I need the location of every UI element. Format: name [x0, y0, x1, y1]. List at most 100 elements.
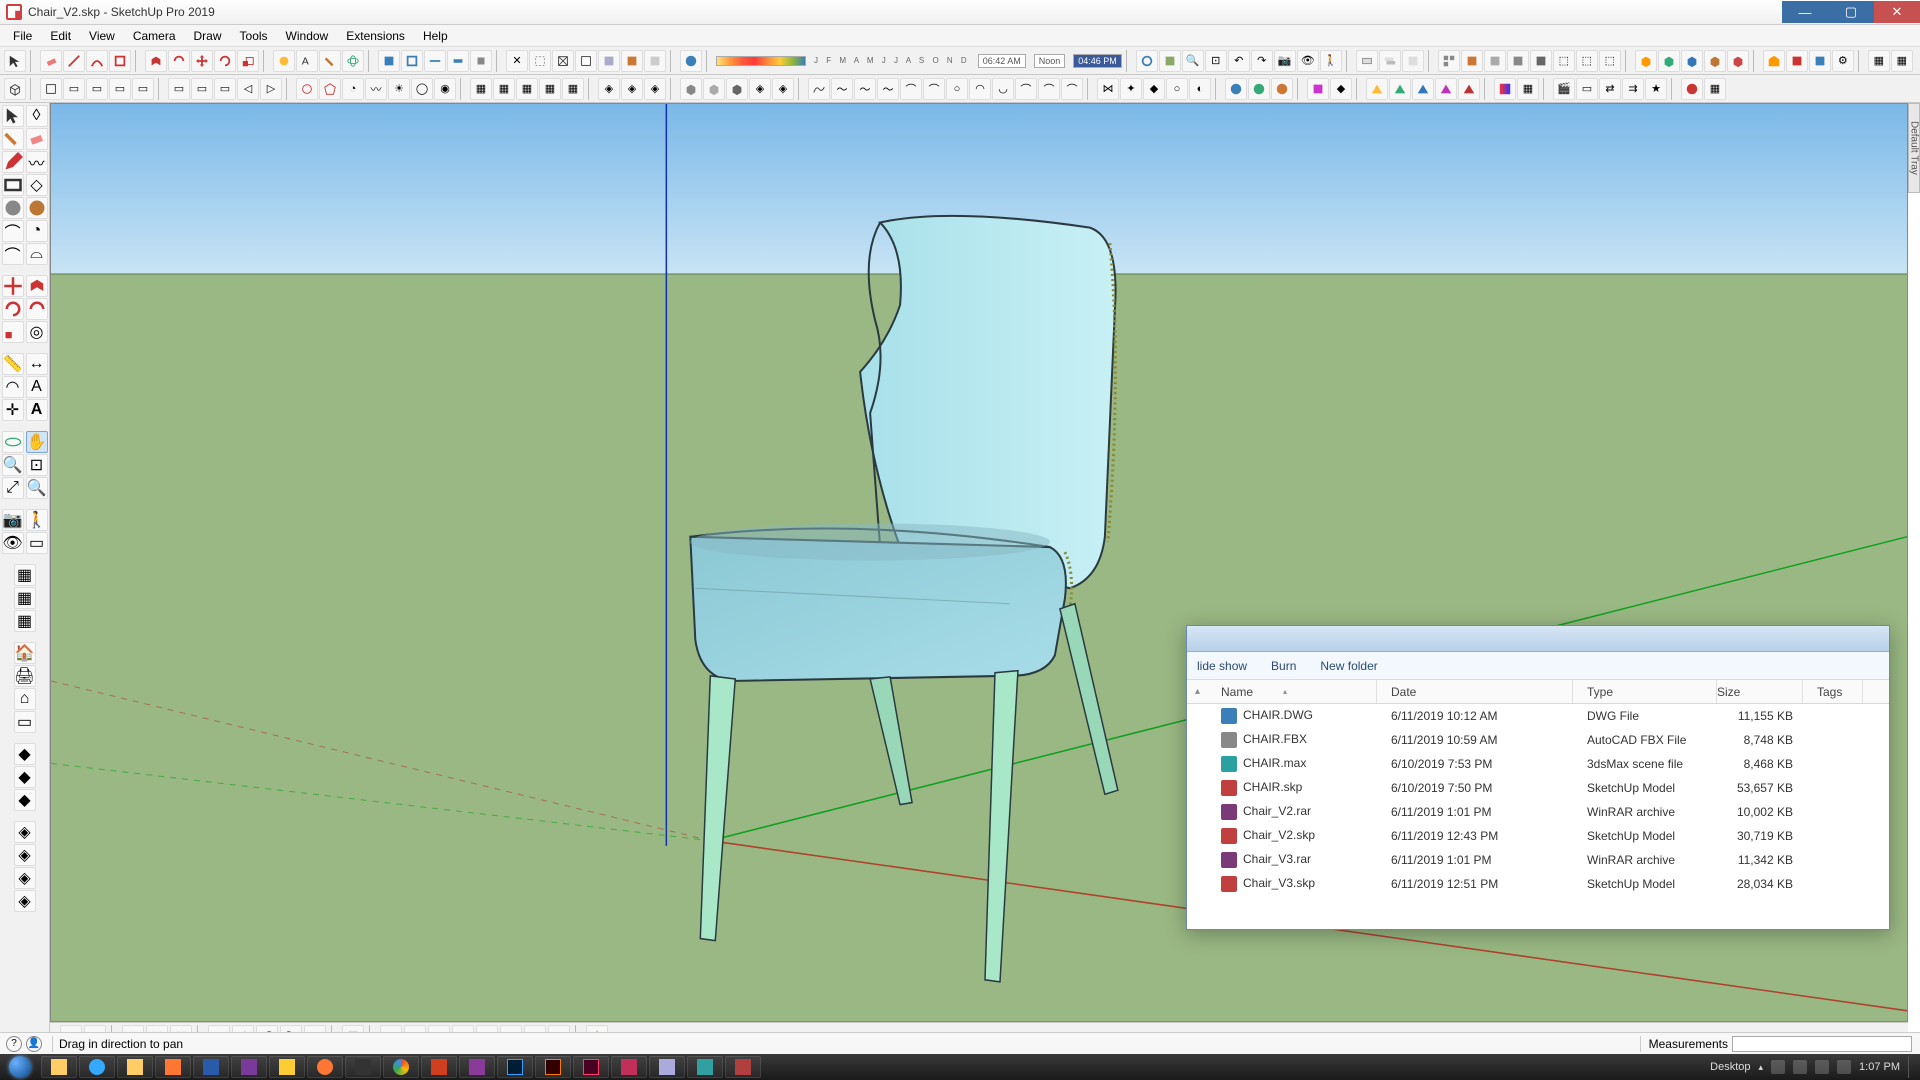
- scale-tool[interactable]: [237, 50, 259, 72]
- pie-tool[interactable]: ◔: [342, 78, 364, 100]
- arc-tool[interactable]: [86, 50, 108, 72]
- tb-explorer[interactable]: [41, 1056, 77, 1078]
- dynamic-2[interactable]: ◆: [1330, 78, 1352, 100]
- spiral-tool[interactable]: ◉: [434, 78, 456, 100]
- vray-1[interactable]: [1366, 78, 1388, 100]
- curve-6[interactable]: ⌒: [923, 78, 945, 100]
- plugin-1[interactable]: [1225, 78, 1247, 100]
- section-tool-2[interactable]: [470, 50, 492, 72]
- dynamic-1[interactable]: [1307, 78, 1329, 100]
- vray-3[interactable]: [1412, 78, 1434, 100]
- 3dtext-icon[interactable]: A: [26, 399, 48, 421]
- circle-icon[interactable]: [2, 197, 24, 219]
- plugin-3[interactable]: [1271, 78, 1293, 100]
- paint-icon[interactable]: [2, 128, 24, 150]
- bezier-2[interactable]: ✦: [1120, 78, 1142, 100]
- tb-ai[interactable]: [535, 1056, 571, 1078]
- menu-edit[interactable]: Edit: [41, 27, 80, 45]
- layout-icon[interactable]: ▭: [14, 711, 36, 733]
- scene-prev[interactable]: ◁: [237, 78, 259, 100]
- sandbox-2[interactable]: ▦: [1891, 50, 1913, 72]
- file-row[interactable]: CHAIR.DWG 6/11/2019 10:12 AM DWG File 11…: [1187, 704, 1889, 728]
- file-row[interactable]: CHAIR.FBX 6/11/2019 10:59 AM AutoCAD FBX…: [1187, 728, 1889, 752]
- anim-4[interactable]: ⇉: [1622, 78, 1644, 100]
- tb-notes[interactable]: [269, 1056, 305, 1078]
- 3d-warehouse[interactable]: [1763, 50, 1785, 72]
- menu-help[interactable]: Help: [414, 27, 457, 45]
- tb-chrome[interactable]: [383, 1056, 419, 1078]
- bezier-5[interactable]: ◐: [1189, 78, 1211, 100]
- zoomwindow-icon[interactable]: ⊡: [26, 454, 48, 476]
- curve-8[interactable]: ◠: [969, 78, 991, 100]
- tb-app5[interactable]: [725, 1056, 761, 1078]
- pencil-icon[interactable]: [2, 151, 24, 173]
- addDetail-tool[interactable]: ▦: [539, 78, 561, 100]
- move-icon[interactable]: [2, 275, 24, 297]
- scene-del[interactable]: ▭: [214, 78, 236, 100]
- tb-app1[interactable]: [345, 1056, 381, 1078]
- front-view[interactable]: ▭: [63, 78, 85, 100]
- file-row[interactable]: Chair_V2.rar 6/11/2019 1:01 PM WinRAR ar…: [1187, 800, 1889, 824]
- tb-word[interactable]: [193, 1056, 229, 1078]
- geo-tool-2[interactable]: [1159, 50, 1181, 72]
- group-4[interactable]: ◈: [749, 78, 771, 100]
- geo-tool[interactable]: [1136, 50, 1158, 72]
- bezier-3[interactable]: ◆: [1143, 78, 1165, 100]
- section-icon[interactable]: ▭: [26, 532, 48, 554]
- xray-tool[interactable]: ✕: [506, 50, 528, 72]
- pie-icon[interactable]: ◔: [26, 220, 48, 242]
- explorer-window[interactable]: lide show Burn New folder ▴ Name▴ Date T…: [1186, 625, 1890, 930]
- tb-ie[interactable]: [79, 1056, 115, 1078]
- camera-icon[interactable]: 📷: [2, 509, 24, 531]
- anim-2[interactable]: ▭: [1576, 78, 1598, 100]
- menu-camera[interactable]: Camera: [124, 27, 185, 45]
- layout-send[interactable]: [1809, 50, 1831, 72]
- followme-icon[interactable]: [26, 298, 48, 320]
- top-view[interactable]: [40, 78, 62, 100]
- ext3-icon[interactable]: ◈: [14, 867, 36, 889]
- curve-4[interactable]: 〜: [877, 78, 899, 100]
- tb-ppt[interactable]: [421, 1056, 457, 1078]
- tb-vlc[interactable]: [155, 1056, 191, 1078]
- house-icon[interactable]: ⌂: [14, 688, 36, 710]
- move-tool[interactable]: [191, 50, 213, 72]
- offset-tool[interactable]: [168, 50, 190, 72]
- scene-update[interactable]: ▭: [191, 78, 213, 100]
- material-2[interactable]: ▦: [1517, 78, 1539, 100]
- clock[interactable]: 1:07 PM: [1859, 1061, 1900, 1073]
- nav-up-icon[interactable]: ▴: [1187, 686, 1207, 697]
- iso-view[interactable]: [4, 78, 26, 100]
- component-tool-3[interactable]: [1507, 50, 1529, 72]
- walk-icon[interactable]: 🚶: [26, 509, 48, 531]
- zoom-icon[interactable]: 🔍: [2, 454, 24, 476]
- menu-tools[interactable]: Tools: [231, 27, 277, 45]
- protractor-icon[interactable]: ◠: [2, 376, 24, 398]
- layer-tool[interactable]: [1379, 50, 1401, 72]
- tray-icon-3[interactable]: [1815, 1060, 1829, 1074]
- eraser-tool[interactable]: [40, 50, 62, 72]
- tb-ps[interactable]: [497, 1056, 533, 1078]
- zoom-extents[interactable]: ⊡: [1205, 50, 1227, 72]
- section-fill[interactable]: [447, 50, 469, 72]
- render-1[interactable]: [1681, 78, 1703, 100]
- tb-firefox[interactable]: [307, 1056, 343, 1078]
- section-display[interactable]: [401, 50, 423, 72]
- outliner[interactable]: [1438, 50, 1460, 72]
- burn-btn[interactable]: Burn: [1271, 659, 1296, 673]
- material-1[interactable]: [1494, 78, 1516, 100]
- scene-next[interactable]: ▷: [260, 78, 282, 100]
- solid-outer[interactable]: [1635, 50, 1657, 72]
- component-tool-2[interactable]: [1484, 50, 1506, 72]
- tb-onenote[interactable]: [231, 1056, 267, 1078]
- layer-new[interactable]: [1356, 50, 1378, 72]
- pushpull-icon[interactable]: [26, 275, 48, 297]
- tray-volume-icon[interactable]: [1837, 1060, 1851, 1074]
- curve-9[interactable]: ◡: [992, 78, 1014, 100]
- component-tool-7[interactable]: ⬚: [1599, 50, 1621, 72]
- hidden-line[interactable]: [575, 50, 597, 72]
- rotrect-icon[interactable]: ◇: [26, 174, 48, 196]
- layer-tool-2[interactable]: [1402, 50, 1424, 72]
- close-button[interactable]: ✕: [1874, 1, 1920, 23]
- show-desktop[interactable]: [1908, 1056, 1916, 1078]
- stamp-tool[interactable]: ▦: [493, 78, 515, 100]
